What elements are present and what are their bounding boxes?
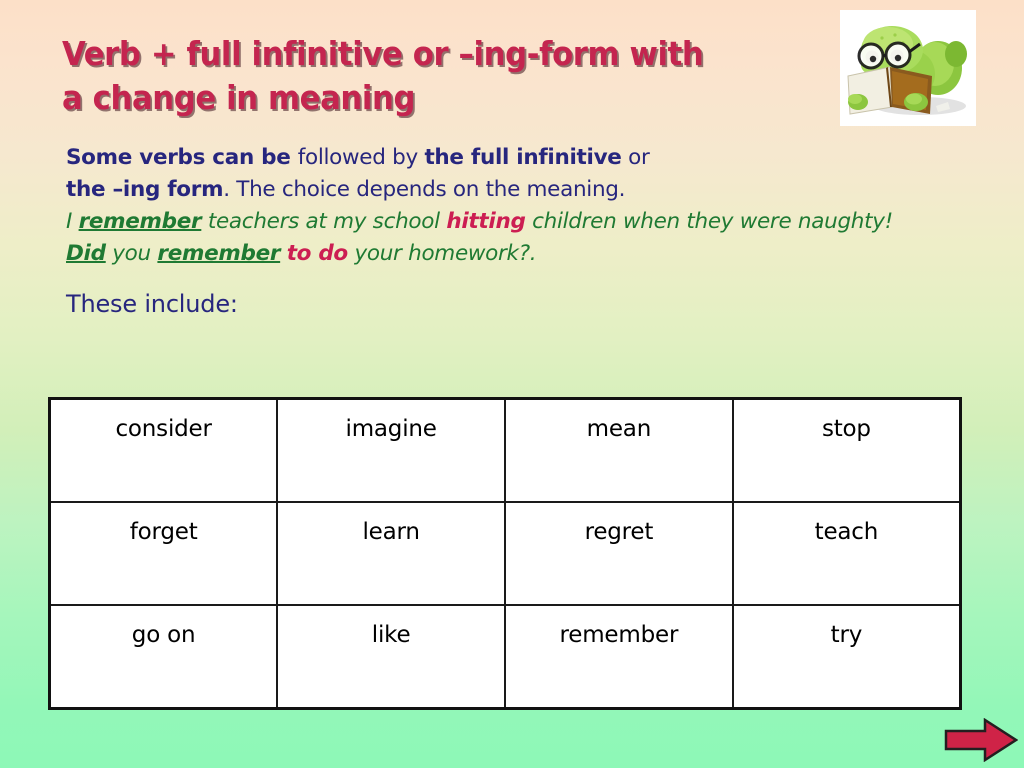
table-row: go on like remember try xyxy=(48,604,962,710)
body-line-3-seg-remember: remember xyxy=(78,209,202,234)
page-title: Verb + full infinitive or –ing-form with… xyxy=(62,34,704,117)
body-line-4-example: Did you remember to do your homework?. xyxy=(66,238,856,270)
body-line-1-seg-1: Some verbs can be xyxy=(66,145,298,170)
table-cell-teach: teach xyxy=(731,501,962,606)
body-line-3-seg-hitting: hitting xyxy=(446,209,526,234)
table-cell-stop: stop xyxy=(731,397,962,503)
body-line-2-seg-2: . The choice depends on the meaning. xyxy=(223,177,626,202)
body-line-3-example: I remember teachers at my school hitting… xyxy=(66,206,893,238)
table-cell-mean: mean xyxy=(504,397,734,503)
slide-canvas: Verb + full infinitive or –ing-form with… xyxy=(0,0,1024,768)
body-line-2: the –ing form. The choice depends on the… xyxy=(66,174,856,206)
body-text-block: Some verbs can be followed by the full i… xyxy=(66,142,893,270)
body-line-4-seg-2: you xyxy=(105,241,158,266)
next-slide-arrow-button[interactable] xyxy=(944,717,1019,763)
table-cell-imagine: imagine xyxy=(276,397,506,503)
body-line-1: Some verbs can be followed by the full i… xyxy=(66,142,856,174)
body-line-1-seg-4: or xyxy=(621,145,650,170)
body-line-4-seg-remember: remember xyxy=(157,241,281,266)
body-line-4-seg-did: Did xyxy=(66,241,106,266)
body-line-1-seg-2: followed by xyxy=(297,145,425,170)
table-cell-remember: remember xyxy=(504,604,734,710)
body-line-3-seg-3: teachers at my school xyxy=(201,209,447,234)
table-cell-go-on: go on xyxy=(48,604,279,710)
table-cell-try: try xyxy=(731,604,962,710)
table-row: consider imagine mean stop xyxy=(48,397,962,503)
body-line-1-seg-3: the full infinitive xyxy=(424,145,622,170)
body-line-2-seg-1: the –ing form xyxy=(66,177,224,202)
table-cell-forget: forget xyxy=(48,501,279,606)
caterpillar-illustration xyxy=(840,10,976,126)
table-row: forget learn regret teach xyxy=(48,501,962,606)
these-include-label: These include: xyxy=(66,290,238,318)
right-arrow-icon[interactable] xyxy=(944,717,1019,763)
body-line-3-seg-1: I xyxy=(66,209,79,234)
table-cell-learn: learn xyxy=(276,501,506,606)
table-cell-consider: consider xyxy=(48,397,279,503)
body-line-3-seg-5: children when they were naughty! xyxy=(525,209,893,234)
verbs-table: consider imagine mean stop forget learn … xyxy=(48,397,962,710)
caterpillar-reading-book-image xyxy=(840,10,976,126)
body-line-4-seg-to-do: to do xyxy=(286,241,349,266)
table-cell-like: like xyxy=(276,604,506,710)
body-line-4-seg-6: your homework?. xyxy=(347,241,537,266)
table-cell-regret: regret xyxy=(504,501,734,606)
